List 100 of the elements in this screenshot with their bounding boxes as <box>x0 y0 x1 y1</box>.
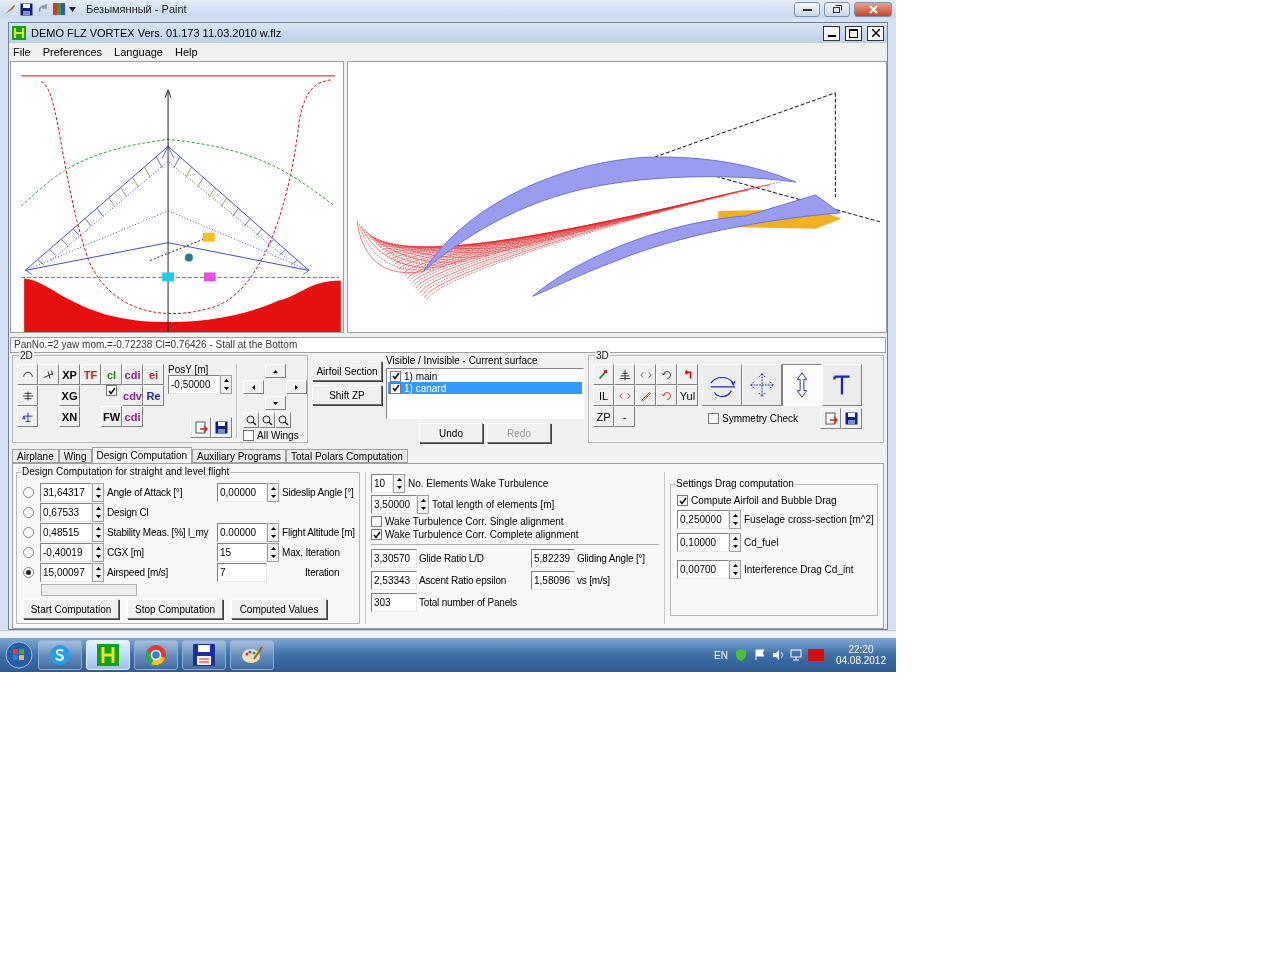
number-field[interactable]: -0,50000 <box>168 375 220 394</box>
taskbar-button[interactable] <box>182 640 226 670</box>
spin-button[interactable] <box>729 533 741 552</box>
flag-icon[interactable] <box>753 649 766 661</box>
speaker-icon[interactable] <box>771 649 784 661</box>
tool-button[interactable]: cdi <box>122 406 143 427</box>
zoom-button[interactable] <box>243 412 259 428</box>
checkbox[interactable] <box>371 529 382 540</box>
spin-button[interactable] <box>417 495 429 514</box>
tool-button[interactable]: cdi <box>122 364 143 385</box>
export-button[interactable] <box>190 417 211 438</box>
menu-item[interactable]: Help <box>175 46 198 58</box>
network-icon[interactable] <box>789 649 802 661</box>
tool-button[interactable]: XP <box>59 364 80 385</box>
checkbox[interactable] <box>390 382 401 394</box>
menu-item[interactable]: Language <box>114 46 163 58</box>
number-field[interactable]: 3,50000 <box>371 495 417 514</box>
tab[interactable]: Total Polars Computation <box>286 449 408 463</box>
checkbox[interactable] <box>106 385 117 396</box>
radio-button[interactable] <box>23 527 34 538</box>
spin-button[interactable] <box>92 483 104 502</box>
tool-button[interactable]: ei <box>143 364 164 385</box>
undo-button[interactable]: Undo <box>419 423 483 443</box>
dropdown-icon[interactable] <box>69 6 76 12</box>
tab[interactable]: Design Computation <box>91 447 193 463</box>
push-button[interactable]: Shift ZP <box>312 385 382 405</box>
checkbox[interactable] <box>371 516 382 527</box>
tool-button[interactable]: cdv <box>122 385 143 406</box>
spin-button[interactable] <box>92 523 104 542</box>
tool-button[interactable] <box>38 364 59 385</box>
tool-button[interactable]: Re <box>143 385 164 406</box>
number-field[interactable]: 7 <box>217 563 267 582</box>
tool-button[interactable] <box>593 364 614 385</box>
number-field[interactable]: 0,67533 <box>40 503 92 522</box>
tool-button[interactable] <box>17 406 38 427</box>
minimize-button[interactable] <box>823 25 840 41</box>
maximize-button[interactable] <box>845 25 862 41</box>
right-button[interactable] <box>286 380 307 394</box>
taskbar-button[interactable] <box>38 640 82 670</box>
tab[interactable]: Wing <box>58 449 92 463</box>
spin-button[interactable] <box>220 375 232 394</box>
tool-button[interactable]: XN <box>59 406 80 427</box>
checkbox[interactable] <box>677 495 688 506</box>
start-button[interactable] <box>4 640 34 670</box>
tab[interactable]: Auxiliary Programs <box>192 449 287 463</box>
spin-button[interactable] <box>92 503 104 522</box>
zoom-button[interactable] <box>275 412 291 428</box>
push-button[interactable]: Stop Computation <box>127 599 223 619</box>
number-field[interactable]: 0,48515 <box>40 523 92 542</box>
tool-button[interactable] <box>614 364 635 385</box>
tool-button[interactable] <box>17 385 38 406</box>
spin-button[interactable] <box>92 543 104 562</box>
spin-button[interactable] <box>729 560 741 579</box>
radio-button[interactable] <box>23 567 34 578</box>
number-field[interactable]: 1,58096 <box>531 571 575 590</box>
radio-button[interactable] <box>23 507 34 518</box>
tool-button[interactable]: XG <box>59 385 80 406</box>
tool-button[interactable]: - <box>614 406 635 427</box>
spin-button[interactable] <box>267 523 279 542</box>
tool-button[interactable]: Yul <box>677 385 698 406</box>
spin-button[interactable] <box>729 510 741 529</box>
menu-item[interactable]: File <box>13 46 31 58</box>
language-indicator[interactable]: EN <box>714 649 728 661</box>
minimize-button[interactable] <box>794 1 820 17</box>
spin-button[interactable] <box>267 483 279 502</box>
tool-button[interactable] <box>677 364 698 385</box>
spin-button[interactable] <box>92 563 104 582</box>
tab[interactable]: Airplane <box>12 449 59 463</box>
number-field[interactable]: 31,64317 <box>40 483 92 502</box>
spin-button[interactable] <box>267 543 279 562</box>
save-button[interactable] <box>841 408 862 429</box>
zoom-button[interactable] <box>259 412 275 428</box>
down-button[interactable] <box>264 396 286 410</box>
checkbox[interactable] <box>390 370 401 382</box>
tool-button[interactable]: cl <box>101 364 122 385</box>
number-field[interactable]: 15 <box>217 543 267 562</box>
checkbox[interactable] <box>243 430 254 441</box>
menu-item[interactable]: Preferences <box>42 46 103 58</box>
tool-button[interactable]: TF <box>80 364 101 385</box>
export-button[interactable] <box>820 408 841 429</box>
push-button[interactable]: Airfoil Section <box>312 361 382 381</box>
tool-button[interactable]: ZP <box>593 406 614 427</box>
push-button[interactable]: Computed Values <box>231 599 327 619</box>
surface-list[interactable]: 1) main 1) canard <box>386 368 584 419</box>
list-item[interactable]: 1) main <box>388 370 582 382</box>
number-field[interactable]: 0.00000 <box>217 523 267 542</box>
number-field[interactable]: 2,53343 <box>371 571 417 590</box>
push-button[interactable]: Start Computation <box>23 599 119 619</box>
number-field[interactable]: 3,30570 <box>371 549 417 568</box>
number-field[interactable]: 0,00700 <box>677 560 729 579</box>
radio-button[interactable] <box>23 547 34 558</box>
number-field[interactable]: 0,250000 <box>677 510 729 529</box>
checkbox[interactable] <box>708 413 719 424</box>
number-field[interactable]: 0,00000 <box>217 483 267 502</box>
close-button[interactable] <box>867 25 884 41</box>
restore-button[interactable] <box>824 1 850 17</box>
spin-button[interactable] <box>393 474 405 493</box>
number-field[interactable]: -0,40019 <box>40 543 92 562</box>
tool-button[interactable]: IL <box>593 385 614 406</box>
save-button[interactable] <box>211 417 232 438</box>
